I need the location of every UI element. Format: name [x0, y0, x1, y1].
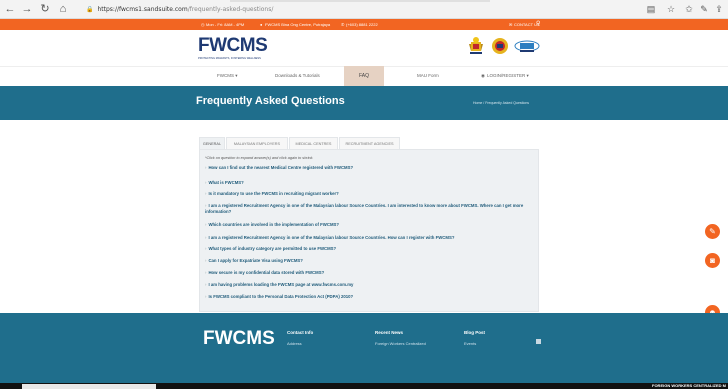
camera-fab-icon[interactable]: ◙: [705, 253, 720, 268]
chevron-right-icon: ›: [205, 282, 207, 287]
faq-question[interactable]: › What is FWCMS?: [205, 180, 535, 186]
site-header: FWCMS PROTECTING MIGRANTS, FOSTERING WEL…: [0, 30, 728, 66]
bottom-ticker-bar: FOREIGN WORKERS CENTRALIZED M: [0, 383, 728, 389]
footer-blog-item[interactable]: Events: [464, 341, 476, 346]
faq-question[interactable]: › What types of industry category are per…: [205, 246, 535, 252]
share-icon[interactable]: ⇪: [712, 2, 726, 16]
site-logo[interactable]: FWCMS: [198, 36, 268, 56]
nav-item-downloads[interactable]: Downloads & Tutorials: [275, 73, 320, 78]
breadcrumb[interactable]: Home / Frequently Asked Questions: [473, 101, 529, 105]
mail-icon: ✉: [509, 22, 513, 27]
search-icon[interactable]: ⚲: [536, 19, 540, 30]
faq-question[interactable]: › How can I find out the nearest Medical …: [205, 165, 535, 171]
forward-icon[interactable]: →: [20, 2, 34, 16]
lock-icon: 🔒: [86, 6, 94, 13]
faq-question[interactable]: › Which countries are involved in the imp…: [205, 222, 535, 228]
faq-question[interactable]: › I am a registered Recruitment Agency in…: [205, 203, 535, 215]
footer-news-title: Recent News: [375, 330, 404, 335]
chevron-right-icon: ›: [205, 270, 207, 275]
phone-text: (+603) 8881 2222: [346, 22, 378, 27]
msc-logo: [514, 40, 540, 54]
address-text: FWCMS Bina Ong Centre, Putrajaya: [265, 22, 331, 27]
chevron-right-icon: ›: [205, 203, 207, 208]
faq-question[interactable]: › I am having problems loading the FWCMS …: [205, 282, 535, 288]
chevron-right-icon: ›: [205, 222, 207, 227]
nav-item-faq[interactable]: FAQ: [344, 66, 384, 86]
top-info-bar: ◷ Mon - Fri: 8AM - 4PM ● FWCMS Bina Ong …: [0, 19, 728, 30]
ministry-crest-logo: [491, 37, 509, 55]
location-icon: ●: [260, 22, 263, 27]
browser-toolbar: ← → ↻ ⌂ 🔒 https://fwcms1.sandsuite.com/fr…: [0, 0, 728, 19]
footer-blog-title: Blog Post: [464, 330, 485, 335]
malaysia-crest-logo: [468, 36, 484, 56]
page-title: Frequently Asked Questions: [196, 95, 345, 107]
footer-news-item[interactable]: Foreign Workers Centralized: [375, 341, 426, 346]
page-hero: Frequently Asked Questions Home / Freque…: [0, 86, 728, 120]
home-icon[interactable]: ⌂: [56, 2, 70, 16]
footer-logo: FWCMS: [203, 328, 275, 349]
status-bar: [22, 384, 156, 389]
site-footer: [0, 313, 728, 383]
edit-fab-icon[interactable]: ✎: [705, 224, 720, 239]
footer-address-label: Address: [287, 341, 302, 346]
nav-item-fwcms[interactable]: FWCMS ▾: [217, 73, 238, 79]
chevron-right-icon: ›: [205, 180, 207, 185]
chevron-right-icon: ›: [205, 191, 207, 196]
chevron-right-icon: ›: [205, 294, 207, 299]
faq-hint: *Click on question to expand answer(s) a…: [205, 156, 314, 160]
pen-icon[interactable]: ✎: [697, 2, 711, 16]
user-icon: ◉: [481, 73, 485, 78]
nav-item-login[interactable]: LOGIN/REGISTER ▾: [487, 73, 529, 79]
favorites-list-icon[interactable]: ✩: [682, 2, 696, 16]
address-bar[interactable]: 🔒 https://fwcms1.sandsuite.com/frequently…: [86, 3, 614, 16]
url-host: https://fwcms1.sandsuite.com: [97, 6, 188, 13]
refresh-icon[interactable]: ↻: [38, 2, 52, 16]
nav-item-mau-form[interactable]: MAU Form: [417, 73, 439, 78]
ticker-text: FOREIGN WORKERS CENTRALIZED M: [652, 383, 726, 388]
footer-scroll-marker: [536, 339, 541, 344]
clock-icon: ◷: [201, 22, 205, 27]
hours-text: Mon - Fri: 8AM - 4PM: [206, 22, 245, 27]
favorite-icon[interactable]: ☆: [664, 2, 678, 16]
faq-question[interactable]: › I am a registered Recruitment Agency in…: [205, 235, 535, 241]
logo-tagline: PROTECTING MIGRANTS, FOSTERING WELLNESS: [198, 57, 261, 60]
footer-contact-title: Contact Info: [287, 330, 314, 335]
chevron-right-icon: ›: [205, 165, 207, 170]
faq-question[interactable]: › How secure is my confidential data stor…: [205, 270, 535, 276]
tab-strip: [230, 0, 490, 2]
phone-icon: ✆: [341, 22, 345, 27]
url-path: /frequently-asked-questions/: [187, 6, 274, 13]
chevron-right-icon: ›: [205, 246, 207, 251]
faq-question[interactable]: › Is FWCMS compliant to the Personal Data…: [205, 294, 535, 300]
faq-question[interactable]: › Is it mandatory to use the FWCMS in rec…: [205, 191, 535, 197]
chevron-right-icon: ›: [205, 258, 207, 263]
faq-question[interactable]: › Can I apply for Expatriate Visa using F…: [205, 258, 535, 264]
reader-view-icon[interactable]: ▤: [644, 2, 658, 16]
back-icon[interactable]: ←: [3, 2, 17, 16]
chevron-right-icon: ›: [205, 235, 207, 240]
